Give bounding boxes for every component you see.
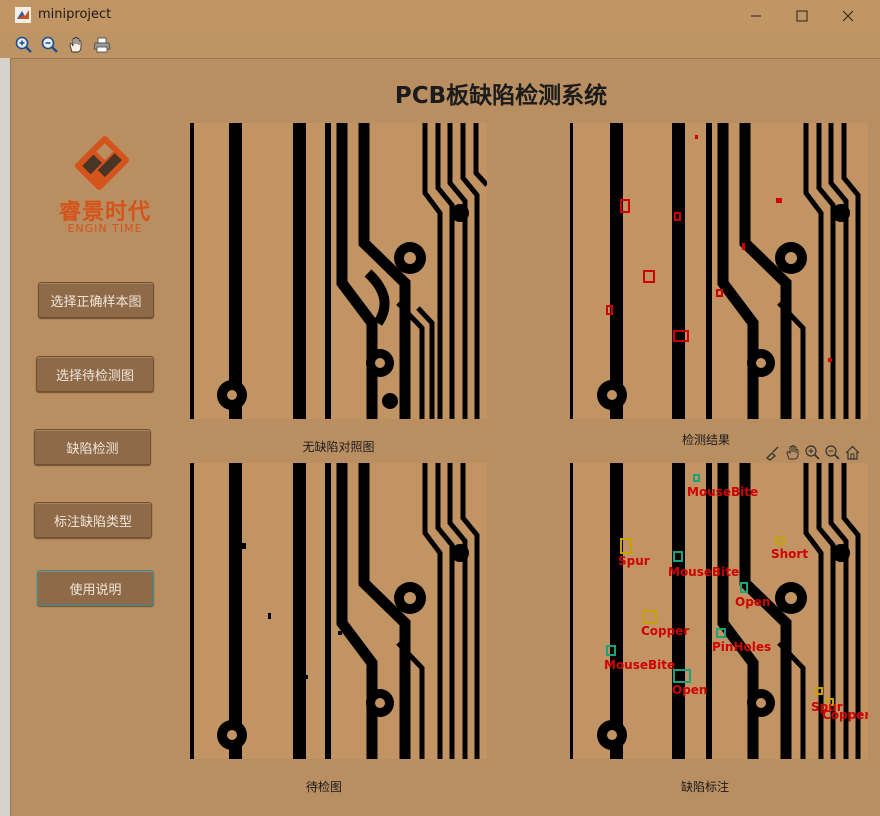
close-icon: [842, 10, 854, 21]
window-title: miniproject: [38, 7, 112, 22]
annotation-label: Spur: [618, 554, 650, 568]
figure-toolbar: [0, 31, 880, 59]
pcb-reference-graphic: [190, 123, 487, 419]
pcb-annotated-graphic: MouseBite Spur MouseBite Short Open Copp…: [570, 463, 868, 759]
logo-icon: [74, 135, 130, 191]
annotation-label: MouseBite: [687, 485, 758, 499]
detection-result-image: [570, 123, 868, 419]
pan-icon[interactable]: [784, 444, 801, 461]
instructions-button[interactable]: 使用说明: [37, 570, 154, 606]
pcb-test-graphic: [190, 463, 480, 759]
logo-text-en: ENGIN TIME: [67, 222, 143, 235]
zoom-out-icon[interactable]: [40, 35, 60, 55]
annotation-label: PinHoles: [712, 640, 771, 654]
background-window-edge: [0, 58, 11, 816]
annotated-image: MouseBite Spur MouseBite Short Open Copp…: [570, 463, 868, 759]
result-caption: 检测结果: [681, 433, 730, 447]
home-icon[interactable]: [844, 444, 861, 461]
annotation-label: MouseBite: [604, 658, 675, 672]
annotation-label: Copper: [822, 708, 868, 722]
test-image: [190, 463, 487, 759]
axes-zoom-out-icon[interactable]: [824, 444, 841, 461]
annotation-label: Open: [672, 683, 707, 697]
defect-boxes: [606, 199, 723, 342]
minimize-button[interactable]: [733, 0, 779, 31]
title-bar: miniproject: [0, 0, 880, 32]
matlab-icon: [15, 7, 31, 23]
app-title: PCB板缺陷检测系统: [394, 83, 608, 109]
select-reference-button[interactable]: 选择正确样本图: [38, 282, 154, 318]
pan-hand-icon[interactable]: [66, 35, 86, 55]
pcb-result-graphic: [570, 123, 861, 419]
annotation-label: Open: [735, 595, 770, 609]
select-test-image-button[interactable]: 选择待检测图: [36, 356, 154, 392]
label-defect-types-button[interactable]: 标注缺陷类型: [34, 502, 152, 538]
print-icon[interactable]: [92, 35, 112, 55]
maximize-button[interactable]: [779, 0, 825, 31]
test-caption: 待检图: [305, 780, 342, 794]
minimize-icon: [751, 15, 761, 16]
brush-icon[interactable]: [764, 444, 781, 461]
maximize-icon: [796, 10, 808, 21]
zoom-in-icon[interactable]: [14, 35, 34, 55]
reference-image: [190, 123, 487, 419]
detect-defects-button[interactable]: 缺陷检测: [34, 429, 151, 465]
axes-zoom-in-icon[interactable]: [804, 444, 821, 461]
annotation-label: Short: [771, 547, 808, 561]
annotation-label: Copper: [641, 624, 689, 638]
close-button[interactable]: [825, 0, 871, 31]
annotation-label: MouseBite: [668, 565, 739, 579]
reference-caption: 无缺陷对照图: [302, 440, 375, 454]
annotated-caption: 缺陷标注: [680, 780, 729, 794]
